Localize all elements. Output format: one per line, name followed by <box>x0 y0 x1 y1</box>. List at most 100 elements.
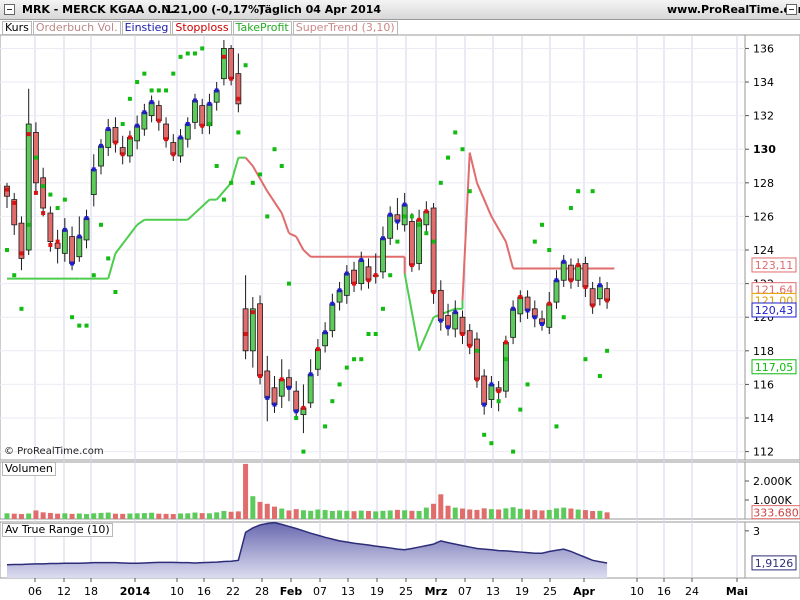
entry-dot <box>402 202 407 207</box>
takeprofit-dot <box>380 306 385 311</box>
entry-dot <box>149 100 154 105</box>
entry-dot <box>185 122 190 127</box>
volume-bar-up <box>127 513 133 519</box>
legend-orderbook-volume[interactable]: Orderbuch Vol. <box>32 21 121 35</box>
volume-bar-down <box>112 513 118 519</box>
candle-down <box>408 221 415 266</box>
stoploss-dot <box>127 135 132 140</box>
volume-bar-up <box>185 513 191 519</box>
candle-up <box>517 296 524 315</box>
takeprofit-dot <box>402 214 407 219</box>
volume-bar-down <box>235 511 241 519</box>
stoploss-dot <box>568 278 573 283</box>
volume-bar-down <box>496 509 502 519</box>
minimize-icon[interactable] <box>4 4 15 15</box>
copyright-text: © ProRealTime.com <box>4 446 104 457</box>
stoploss-dot <box>366 278 371 283</box>
close-icon[interactable] <box>786 4 797 15</box>
takeprofit-dot <box>171 71 176 76</box>
volume-bar-down <box>539 510 545 519</box>
stoploss-dot <box>518 295 523 300</box>
candle-up <box>452 311 459 330</box>
volume-bar-down <box>228 511 234 519</box>
volume-panel-label[interactable]: Volumen <box>2 462 56 476</box>
volume-bar-up <box>597 510 603 519</box>
candle-up <box>387 214 394 239</box>
stoploss-dot <box>373 273 378 278</box>
x-tick-label: 12 <box>57 585 71 598</box>
takeprofit-dot <box>323 424 328 429</box>
stoploss-dot <box>474 377 479 382</box>
candle-up <box>83 217 90 241</box>
volume-bar-up <box>575 509 581 519</box>
candle-up <box>90 168 97 195</box>
volume-tick-label: 2.000K <box>753 475 792 488</box>
takeprofit-dot <box>496 399 501 404</box>
atr-panel-label[interactable]: Av True Range (10) <box>2 523 113 537</box>
takeprofit-dot <box>91 273 96 278</box>
entry-dot <box>395 219 400 224</box>
entry-dot <box>359 258 364 263</box>
takeprofit-dot <box>26 222 31 227</box>
volume-bar-up <box>308 510 314 519</box>
volume-bar-up <box>561 507 567 519</box>
stoploss-dot <box>243 332 248 337</box>
stoploss-dot <box>352 281 357 286</box>
x-tick-label: 16 <box>657 585 671 598</box>
entry-dot <box>178 135 183 140</box>
candle-up <box>105 128 112 148</box>
volume-bar-up <box>510 507 516 519</box>
stoploss-dot <box>55 239 60 244</box>
entry-dot <box>561 259 566 264</box>
volume-bar-up <box>315 509 321 519</box>
legend-supertrend[interactable]: SuperTrend (3,10) <box>292 21 398 35</box>
takeprofit-dot <box>5 248 9 253</box>
takeprofit-dot <box>540 222 545 227</box>
candle-up <box>502 342 509 392</box>
takeprofit-dot <box>55 206 60 211</box>
volume-bar-down <box>69 513 75 519</box>
price-change: 121,00 (-0,17%) <box>165 3 265 16</box>
candle-down <box>242 308 249 352</box>
takeprofit-dot <box>366 332 371 337</box>
takeprofit-dot <box>337 382 342 387</box>
candle-down <box>466 330 473 347</box>
candle-down <box>257 303 263 377</box>
candle-down <box>568 264 574 281</box>
volume-tick-label: 1.000K <box>753 494 792 507</box>
takeprofit-dot <box>127 96 132 101</box>
takeprofit-dot <box>286 281 291 286</box>
candle-up <box>596 284 603 300</box>
takeprofit-dot <box>164 88 169 93</box>
legend-takeprofit[interactable]: TakeProfit <box>232 21 292 35</box>
candle-up <box>510 308 517 338</box>
volume-bar-up <box>192 512 198 519</box>
takeprofit-dot <box>149 88 154 93</box>
entry-dot <box>453 310 458 315</box>
x-tick-label: Apr <box>573 585 595 598</box>
takeprofit-dot <box>33 155 38 160</box>
volume-bar-down <box>366 511 371 519</box>
takeprofit-dot <box>77 323 82 328</box>
legend-entry[interactable]: Einstieg <box>121 21 172 35</box>
volume-bar-up <box>98 512 104 519</box>
volume-bar-down <box>293 509 299 519</box>
stoploss-dot <box>431 290 436 295</box>
entry-dot <box>511 306 516 311</box>
volume-bar-up <box>279 508 285 519</box>
site-link[interactable]: www.ProRealTime.com <box>667 3 800 16</box>
entry-dot <box>438 318 443 323</box>
takeprofit-dot <box>113 290 118 295</box>
volume-bar-down <box>11 513 17 519</box>
legend-kurs[interactable]: Kurs <box>2 21 32 35</box>
entry-dot <box>98 143 103 148</box>
volume-bar-down <box>120 513 126 519</box>
y-tick-label: 112 <box>753 446 774 459</box>
legend-stoploss[interactable]: Stopploss <box>172 21 232 35</box>
x-tick-label: 22 <box>226 585 240 598</box>
y-tick-label: 128 <box>753 177 774 190</box>
x-tick-label: 18 <box>84 585 98 598</box>
takeprofit-dot <box>200 46 205 51</box>
candle-down <box>228 48 235 80</box>
stoploss-dot <box>156 118 161 123</box>
